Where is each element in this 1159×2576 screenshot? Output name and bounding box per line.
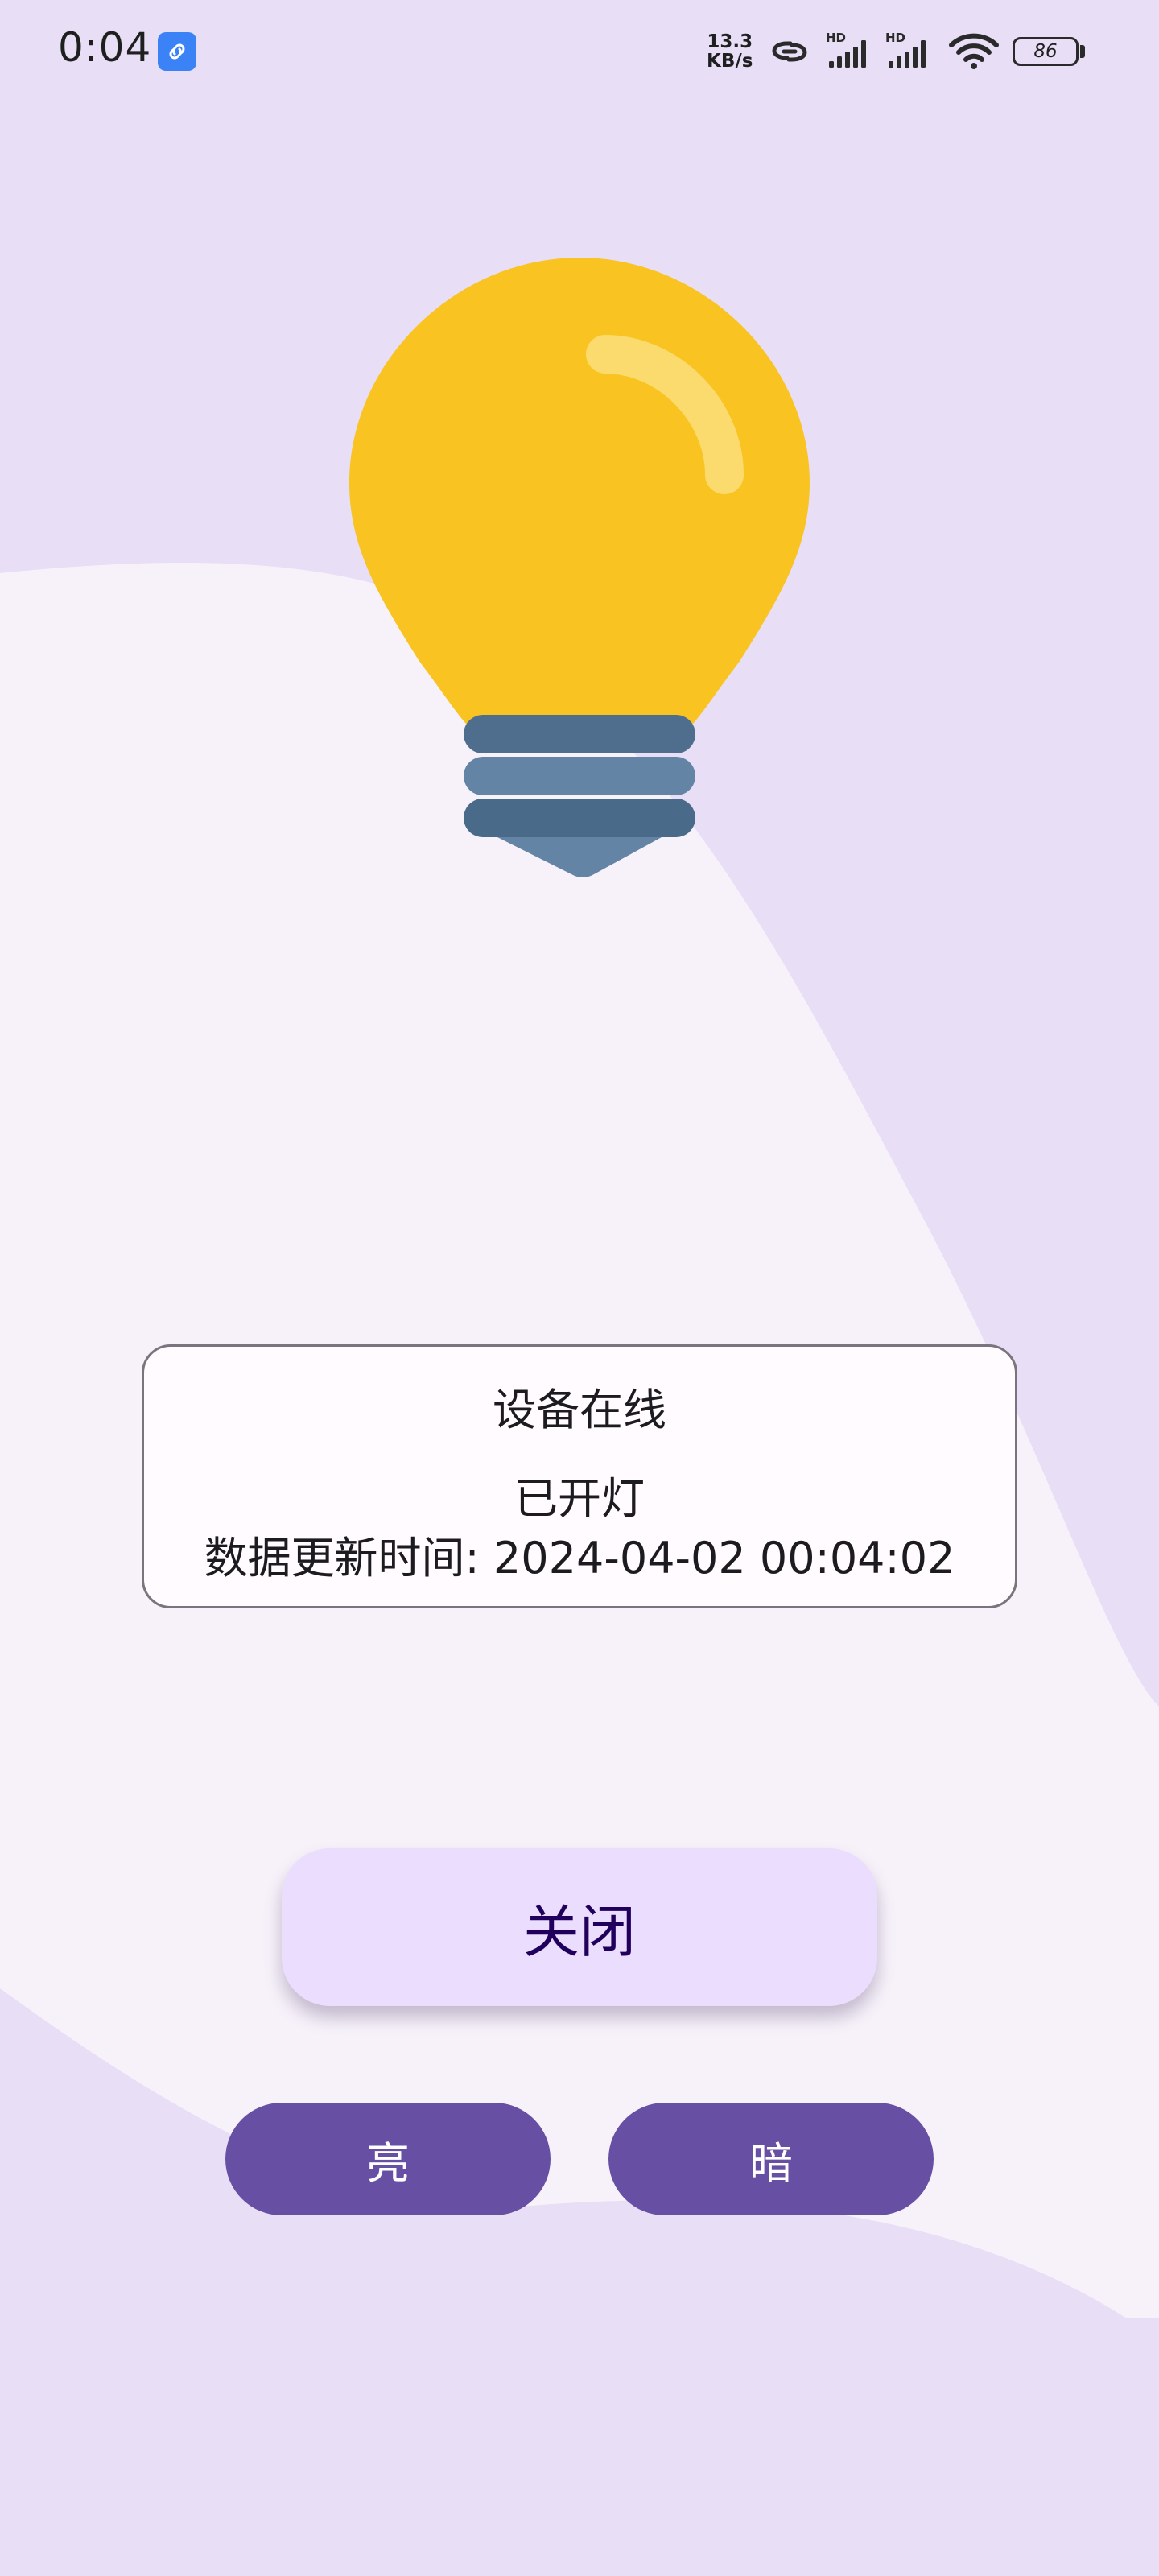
status-time: 0:04 (58, 24, 152, 71)
close-button[interactable]: 关闭 (282, 1848, 877, 2006)
device-online-text: 设备在线 (493, 1385, 666, 1435)
net-speed: 13.3 KB/s (707, 32, 753, 71)
svg-text:HD: HD (885, 31, 905, 45)
status-bar: 0:04 13.3 KB/s HD HD 86 (0, 0, 1159, 105)
net-speed-unit: KB/s (707, 51, 753, 72)
device-status-card: 设备在线 已开灯 数据更新时间: 2024-04-02 00:04:02 (142, 1344, 1017, 1608)
update-time-text: 数据更新时间: 2024-04-02 00:04:02 (204, 1533, 955, 1583)
hd-signal-icon: HD (885, 31, 926, 68)
dim-button[interactable]: 暗 (608, 2103, 934, 2215)
battery-icon: 86 (1013, 37, 1079, 66)
bright-button[interactable]: 亮 (225, 2103, 551, 2215)
hotspot-link-icon (772, 41, 807, 62)
svg-text:HD: HD (826, 31, 846, 45)
lightbulb-icon (349, 258, 810, 877)
hd-signal-icon: HD (826, 31, 866, 68)
battery-tip (1080, 45, 1085, 58)
battery-level: 86 (1033, 41, 1058, 62)
wifi-icon (949, 33, 999, 69)
light-state-text: 已开灯 (514, 1473, 645, 1524)
link-app-icon (158, 32, 196, 71)
net-speed-value: 13.3 (707, 31, 753, 52)
